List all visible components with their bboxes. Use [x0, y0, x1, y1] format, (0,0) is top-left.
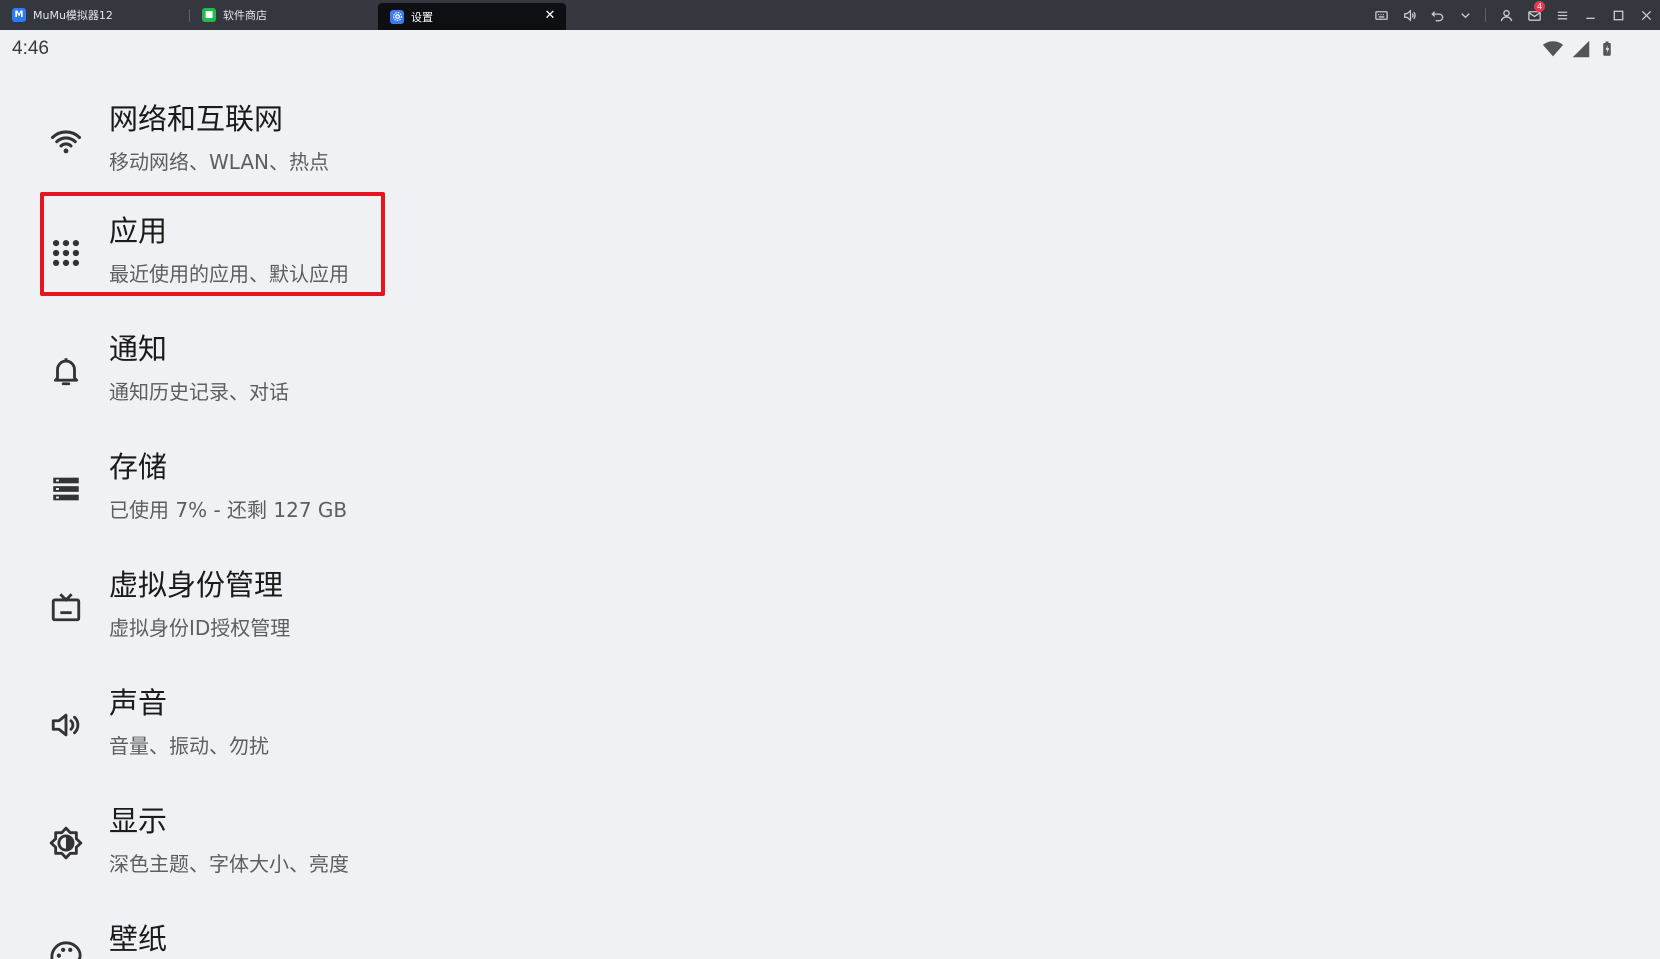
settings-item-notifications[interactable]: 通知 通知历史记录、对话: [40, 318, 1640, 426]
item-subtitle: 通知历史记录、对话: [109, 380, 289, 404]
settings-item-display[interactable]: 显示 深色主题、字体大小、亮度: [40, 790, 1640, 898]
item-subtitle: 移动网络、WLAN、热点: [109, 150, 330, 174]
tab-label: 设置: [411, 10, 433, 24]
volume-control-icon[interactable]: [1395, 0, 1423, 30]
item-title: 存储: [109, 450, 168, 484]
mail-badge: 4: [1534, 1, 1545, 12]
storage-icon: [48, 471, 84, 507]
item-subtitle: 深色主题、字体大小、亮度: [109, 852, 349, 876]
user-account-icon[interactable]: [1492, 0, 1520, 30]
settings-item-storage[interactable]: 存储 已使用 7% - 还剩 127 GB: [40, 436, 1640, 544]
menu-icon[interactable]: [1548, 0, 1576, 30]
palette-icon: [48, 939, 84, 959]
item-subtitle: 最近使用的应用、默认应用: [109, 262, 349, 286]
tab-mumu-home[interactable]: M MuMu模拟器12: [0, 0, 190, 30]
item-title: 应用: [109, 214, 168, 248]
keyboard-icon[interactable]: [1367, 0, 1395, 30]
item-title: 壁纸: [109, 922, 168, 956]
settings-gear-icon: [390, 9, 404, 24]
tab-settings[interactable]: 设置 ✕: [378, 3, 566, 30]
tab-label: 软件商店: [223, 9, 267, 22]
bell-icon: [48, 353, 84, 389]
chevron-down-icon[interactable]: [1451, 0, 1479, 30]
item-title: 网络和互联网: [109, 102, 284, 136]
mumu-logo-icon: M: [12, 8, 26, 22]
emulator-titlebar: M MuMu模拟器12 ■ 软件商店 设置 ✕ 4: [0, 0, 1660, 30]
item-subtitle: 虚拟身份ID授权管理: [109, 616, 291, 640]
maximize-icon[interactable]: [1604, 0, 1632, 30]
app-store-icon: ■: [202, 8, 216, 22]
volume-icon: [48, 707, 84, 743]
toolbar-divider: [1485, 8, 1486, 22]
apps-grid-icon: [48, 235, 84, 271]
tv-identity-icon: [48, 589, 84, 625]
settings-item-network[interactable]: 网络和互联网 移动网络、WLAN、热点: [40, 88, 1640, 196]
battery-icon: [1603, 41, 1611, 56]
item-title: 通知: [109, 332, 168, 366]
wifi-signal-icon: [1542, 41, 1564, 57]
titlebar-controls: 4: [1367, 0, 1660, 30]
brightness-icon: [48, 825, 84, 861]
settings-item-apps[interactable]: 应用 最近使用的应用、默认应用: [40, 200, 1640, 308]
wifi-icon: [48, 123, 84, 159]
android-status-bar: 4:46: [0, 30, 1660, 70]
close-window-icon[interactable]: [1632, 0, 1660, 30]
back-arrow-icon[interactable]: [1423, 0, 1451, 30]
mail-icon[interactable]: 4: [1520, 0, 1548, 30]
close-tab-icon[interactable]: ✕: [543, 9, 557, 23]
item-title: 声音: [109, 686, 168, 720]
status-clock: 4:46: [12, 38, 49, 59]
item-subtitle: 音量、振动、勿扰: [109, 734, 269, 758]
settings-item-sound[interactable]: 声音 音量、振动、勿扰: [40, 672, 1640, 780]
status-icons: [1542, 38, 1616, 60]
settings-item-virtual-identity[interactable]: 虚拟身份管理 虚拟身份ID授权管理: [40, 554, 1640, 662]
tab-label: MuMu模拟器12: [33, 9, 113, 22]
minimize-icon[interactable]: [1576, 0, 1604, 30]
settings-item-wallpaper[interactable]: 壁纸: [40, 908, 1640, 959]
item-subtitle: 已使用 7% - 还剩 127 GB: [109, 498, 348, 522]
cell-signal-icon: [1572, 40, 1590, 58]
item-title: 虚拟身份管理: [109, 568, 284, 602]
tab-app-store[interactable]: ■ 软件商店: [190, 0, 378, 30]
item-title: 显示: [109, 804, 168, 838]
